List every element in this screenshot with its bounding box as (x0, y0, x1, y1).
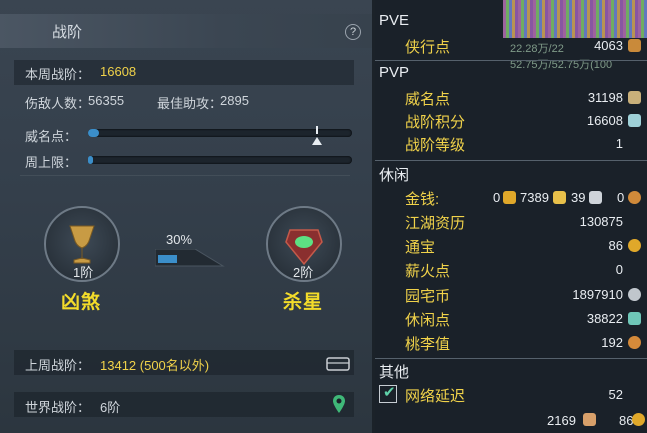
network-value: 52 (608, 387, 623, 402)
coin-icon (628, 239, 641, 252)
panel-header: 战阶 (0, 14, 372, 48)
money-value: 39 (571, 190, 586, 205)
cap-marker-stem (316, 126, 318, 134)
divider (375, 60, 647, 61)
weekly-cap-label: 周上限： (25, 155, 78, 170)
prestige-bar-fill (88, 129, 99, 137)
rank-panel: 战阶 ? 本周战阶： 16608 伤敌人数： 56355 最佳助攻： 2895 … (0, 0, 372, 433)
peach-icon (628, 336, 641, 349)
prestige-label: 威名点： (25, 129, 78, 144)
weekly-rank-value: 16608 (100, 64, 137, 79)
cap-marker-icon (312, 137, 322, 145)
money-value: 0 (493, 190, 501, 205)
leisure-item-value: 86 (608, 238, 623, 253)
footer-value: 2169 (547, 413, 576, 428)
check-icon: ✔ (383, 384, 396, 401)
rank-right-level: 2阶 (293, 265, 314, 280)
pvp-item-value: 16608 (586, 113, 623, 128)
defeated-value: 56355 (88, 93, 125, 108)
panel-title: 战阶 (52, 24, 83, 41)
bg-text-2: 52.75万/52.75万(100 (510, 59, 613, 71)
weekly-cap-bar (88, 156, 352, 164)
pve-title: PVE (379, 12, 410, 29)
leisure-item-label: 薪火点 (405, 263, 451, 280)
divider (375, 358, 647, 359)
pve-item-label: 侠行点 (405, 39, 451, 56)
rank-left-name: 凶煞 (61, 292, 102, 313)
rank-progress-wedge (155, 249, 225, 267)
leisure-icon (628, 312, 641, 325)
pvp-item-value: 31198 (587, 90, 623, 105)
assist-value: 2895 (220, 93, 249, 108)
prestige-bar (88, 129, 352, 137)
rank-right-name: 杀星 (283, 292, 324, 313)
leisure-item-value: 0 (615, 262, 623, 277)
pvp-item-value: 1 (615, 136, 623, 151)
silver-icon (589, 191, 602, 204)
last-week-label: 上周战阶： (25, 358, 91, 373)
leisure-item-label: 江湖资历 (405, 215, 466, 232)
divider (20, 175, 350, 176)
pve-item-value: 4063 (594, 38, 623, 53)
rank-points-icon (628, 114, 641, 127)
chest-icon[interactable] (326, 355, 350, 371)
location-pin-icon[interactable] (332, 394, 346, 414)
assist-label: 最佳助攻： (157, 96, 223, 111)
leisure-item-label: 通宝 (405, 239, 436, 256)
boot-icon (583, 413, 596, 426)
money-label: 金钱: (405, 191, 440, 208)
pvp-title: PVP (379, 64, 410, 81)
last-week-value: 13412 (500名以外) (100, 358, 210, 373)
money-value: 7389 (520, 190, 549, 205)
help-icon[interactable]: ? (345, 24, 361, 40)
sword-icon (628, 39, 641, 52)
leisure-item-label: 园宅币 (405, 288, 451, 305)
divider (375, 160, 647, 161)
gold-icon (553, 191, 566, 204)
world-rank-label: 世界战阶： (25, 400, 91, 415)
currency-panel: 22.28万/22 52.75万/52.75万(100 PVE 侠行点 4063… (375, 0, 647, 433)
leisure-item-value: 1897910 (572, 287, 623, 302)
prestige-icon (628, 91, 641, 104)
leisure-item-value: 192 (601, 335, 623, 350)
leisure-item-value: 130875 (579, 214, 623, 229)
other-title: 其他 (379, 364, 410, 381)
leisure-item-label: 休闲点 (405, 312, 451, 329)
leisure-item-value: 38822 (586, 311, 623, 326)
copper-icon (628, 191, 641, 204)
estate-coin-icon (628, 288, 641, 301)
gold-ingot-icon (503, 191, 516, 204)
network-checkbox[interactable]: ✔ (379, 384, 397, 403)
pvp-item-label: 威名点 (405, 91, 451, 108)
leisure-item-label: 桃李值 (405, 336, 451, 353)
network-label: 网络延迟 (405, 388, 466, 405)
pvp-item-label: 战阶等级 (405, 137, 466, 154)
defeated-label: 伤敌人数： (25, 96, 91, 111)
bg-text-1: 22.28万/22 (510, 43, 564, 55)
coin-icon (632, 413, 645, 426)
money-value: 0 (617, 190, 625, 205)
pvp-item-label: 战阶积分 (405, 114, 466, 131)
weekly-cap-bar-fill (88, 156, 94, 164)
leisure-title: 休闲 (379, 167, 410, 184)
rank-left-level: 1阶 (73, 265, 94, 280)
background-texture (503, 0, 647, 38)
world-rank-value: 6阶 (100, 400, 121, 415)
weekly-rank-label: 本周战阶： (25, 67, 91, 82)
rank-progress-percent: 30% (166, 232, 193, 247)
